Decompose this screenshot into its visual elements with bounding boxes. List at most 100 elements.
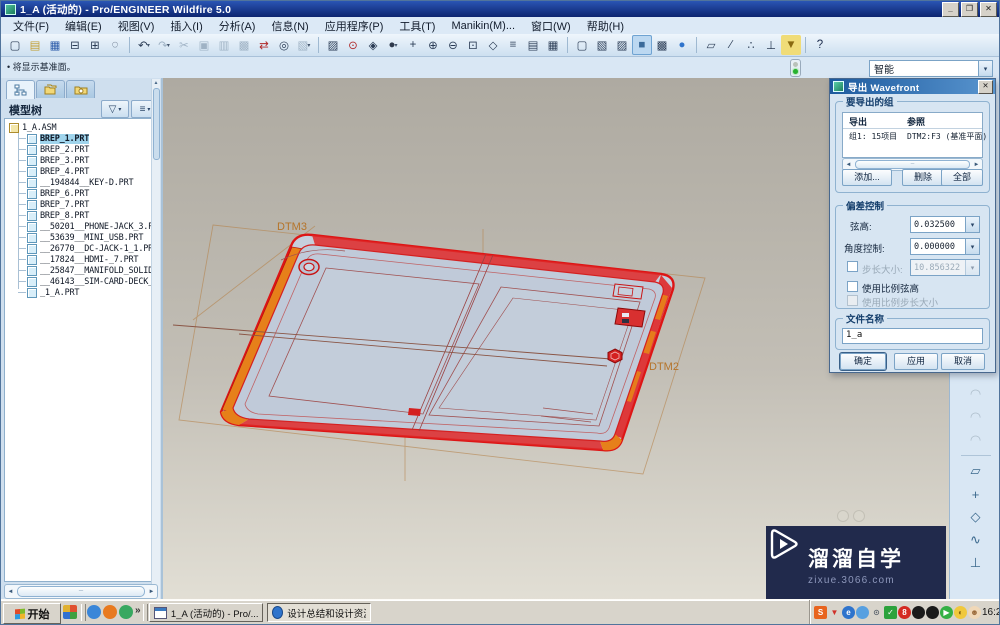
- drag-pan-icon[interactable]: +: [403, 35, 423, 55]
- favorites-tab[interactable]: [66, 80, 95, 98]
- tree-root-row[interactable]: 1_A.ASM: [9, 122, 56, 133]
- undo-icon[interactable]: ↶▾: [134, 35, 154, 55]
- tree-item-label[interactable]: _1_A.PRT: [40, 288, 79, 298]
- tree-item-label[interactable]: BREP_6.PRT: [40, 189, 89, 199]
- tree-vertical-scrollbar[interactable]: ▲ ▼: [151, 79, 160, 601]
- chevron-down-icon[interactable]: ▾: [965, 217, 979, 232]
- chevron-down-icon[interactable]: ▾: [394, 42, 397, 49]
- globe-tray-icon[interactable]: [856, 606, 869, 619]
- apply-button[interactable]: 应用: [894, 353, 938, 370]
- menu-item-1[interactable]: 编辑(E): [57, 17, 110, 35]
- use-ratio-chord-checkbox[interactable]: [847, 281, 858, 292]
- export-row-reference[interactable]: DTM2:F3 (基准平面): [907, 131, 987, 142]
- cancel-button[interactable]: 取消: [941, 353, 985, 370]
- datum-point-toggle-icon[interactable]: ∴: [741, 35, 761, 55]
- print-icon[interactable]: ⊟: [65, 35, 85, 55]
- zoom-in-icon[interactable]: ⊕: [423, 35, 443, 55]
- datum-plane-toggle-icon[interactable]: ▱: [701, 35, 721, 55]
- no-hidden-icon[interactable]: ▨: [612, 35, 632, 55]
- update-tray-icon[interactable]: ▶: [940, 606, 953, 619]
- zoom-out-icon[interactable]: ⊖: [443, 35, 463, 55]
- tree-item-label[interactable]: __194844__KEY-D.PRT: [40, 178, 133, 188]
- download-tray-icon[interactable]: ▼: [828, 606, 841, 619]
- tree-filter-dropdown[interactable]: ▽▾: [101, 100, 129, 118]
- selection-filter-combo[interactable]: 智能 ▾: [869, 60, 993, 77]
- tree-row[interactable]: __53639__MINI_USB.PRT: [27, 232, 143, 243]
- scroll-right-icon[interactable]: ►: [146, 589, 157, 595]
- menu-item-3[interactable]: 插入(I): [162, 17, 210, 35]
- scroll-thumb[interactable]: ─: [17, 586, 145, 597]
- find-icon[interactable]: ◎: [274, 35, 294, 55]
- erase-display-icon[interactable]: ◌: [105, 35, 125, 55]
- tree-row[interactable]: BREP_1.PRT: [27, 133, 89, 144]
- named-views-icon[interactable]: ≡: [503, 35, 523, 55]
- menu-item-9[interactable]: 窗口(W): [523, 17, 579, 35]
- remove-button[interactable]: 删除: [902, 169, 944, 186]
- tree-horizontal-scrollbar[interactable]: ◄ ─ ►: [4, 584, 158, 599]
- tree-row[interactable]: __26770__DC-JACK-1_1.PRT: [27, 243, 158, 254]
- context-help-icon[interactable]: ?: [810, 35, 830, 55]
- tree-item-label[interactable]: __26770__DC-JACK-1_1.PRT: [40, 244, 158, 254]
- step-size-checkbox[interactable]: [847, 261, 858, 272]
- export-row-name[interactable]: 组1: 15项目: [849, 131, 897, 142]
- saved-views-icon[interactable]: ◇: [483, 35, 503, 55]
- tree-row[interactable]: _1_A.PRT: [27, 287, 79, 298]
- stock-tray-icon[interactable]: 8: [898, 606, 911, 619]
- layers-icon[interactable]: ▤: [523, 35, 543, 55]
- chevron-down-icon[interactable]: ▾: [978, 61, 992, 76]
- qq-tray-icon[interactable]: [912, 606, 925, 619]
- chevron-down-icon[interactable]: ▾: [307, 42, 310, 49]
- reorient-icon[interactable]: ◈: [363, 35, 383, 55]
- add-button[interactable]: 添加...: [842, 169, 892, 186]
- tree-item-label[interactable]: BREP_7.PRT: [40, 200, 89, 210]
- restore-button[interactable]: ❐: [961, 2, 978, 17]
- dialog-close-button[interactable]: ✕: [978, 80, 993, 94]
- tree-item-label[interactable]: BREP_4.PRT: [40, 167, 89, 177]
- chevron-down-icon[interactable]: ▾: [147, 42, 150, 49]
- datum-axis-tool-icon[interactable]: +: [965, 484, 987, 504]
- chevron-down-icon[interactable]: ▾: [965, 239, 979, 254]
- datum-axis-toggle-icon[interactable]: ∕: [721, 35, 741, 55]
- menu-item-4[interactable]: 分析(A): [211, 17, 264, 35]
- tree-item-label[interactable]: BREP_1.PRT: [40, 134, 89, 144]
- show-desktop-icon[interactable]: [63, 605, 77, 619]
- folder-browser-tab[interactable]: [36, 80, 65, 98]
- sogou-tray-icon[interactable]: S: [814, 606, 827, 619]
- tree-row[interactable]: __17824__HDMI-_7.PRT: [27, 254, 138, 265]
- task-button-1[interactable]: 设计总结和设计资源...: [267, 603, 371, 622]
- tree-row[interactable]: BREP_7.PRT: [27, 199, 89, 210]
- chord-height-combo[interactable]: 0.032500 ▾: [910, 216, 980, 233]
- new-file-icon[interactable]: ▢: [5, 35, 25, 55]
- render-style-icon[interactable]: ●▾: [383, 35, 403, 55]
- sketch-tool-icon[interactable]: ◇: [965, 507, 987, 527]
- ie-quicklaunch-icon[interactable]: [87, 605, 101, 619]
- shaded-icon[interactable]: ■: [632, 35, 652, 55]
- tree-item-label[interactable]: BREP_2.PRT: [40, 145, 89, 155]
- tree-row[interactable]: __25847__MANIFOLD_SOLID_BREP: [27, 265, 160, 276]
- filename-input[interactable]: 1_a: [842, 328, 983, 344]
- input-method-tray-icon[interactable]: ◐: [954, 606, 967, 619]
- menu-item-8[interactable]: Manikin(M)...: [443, 19, 523, 33]
- model-tree-tab[interactable]: [6, 80, 35, 99]
- datum-csys-toggle-icon[interactable]: ⊥: [761, 35, 781, 55]
- clock-tray-icon[interactable]: ⊙: [870, 606, 883, 619]
- menu-item-0[interactable]: 文件(F): [5, 17, 57, 35]
- close-button[interactable]: ✕: [980, 2, 997, 17]
- quicklaunch-overflow-icon[interactable]: »: [135, 605, 141, 616]
- scroll-thumb[interactable]: ─: [855, 160, 970, 169]
- tree-item-label[interactable]: __53639__MINI_USB.PRT: [40, 233, 143, 243]
- shield-tray-icon[interactable]: ✓: [884, 606, 897, 619]
- chevron-down-icon[interactable]: ▾: [167, 42, 170, 49]
- tree-row[interactable]: __194844__KEY-D.PRT: [27, 177, 133, 188]
- menu-item-5[interactable]: 信息(N): [263, 17, 316, 35]
- angle-control-combo[interactable]: 0.000000 ▾: [910, 238, 980, 255]
- tree-item-label[interactable]: __25847__MANIFOLD_SOLID_BREP: [40, 266, 160, 276]
- ok-button[interactable]: 确定: [840, 353, 886, 370]
- regenerate-icon[interactable]: ⇄: [254, 35, 274, 55]
- tree-row[interactable]: __46143__SIM-CARD-DECK_6.PRT: [27, 276, 160, 287]
- datum-plane-tool-icon[interactable]: ▱: [965, 461, 987, 481]
- messenger-quicklaunch-icon[interactable]: [119, 605, 133, 619]
- tree-item-label[interactable]: 1_A.ASM: [22, 123, 56, 133]
- tree-item-label[interactable]: __50201__PHONE-JACK_3.PRT: [40, 222, 160, 232]
- menu-item-2[interactable]: 视图(V): [110, 17, 163, 35]
